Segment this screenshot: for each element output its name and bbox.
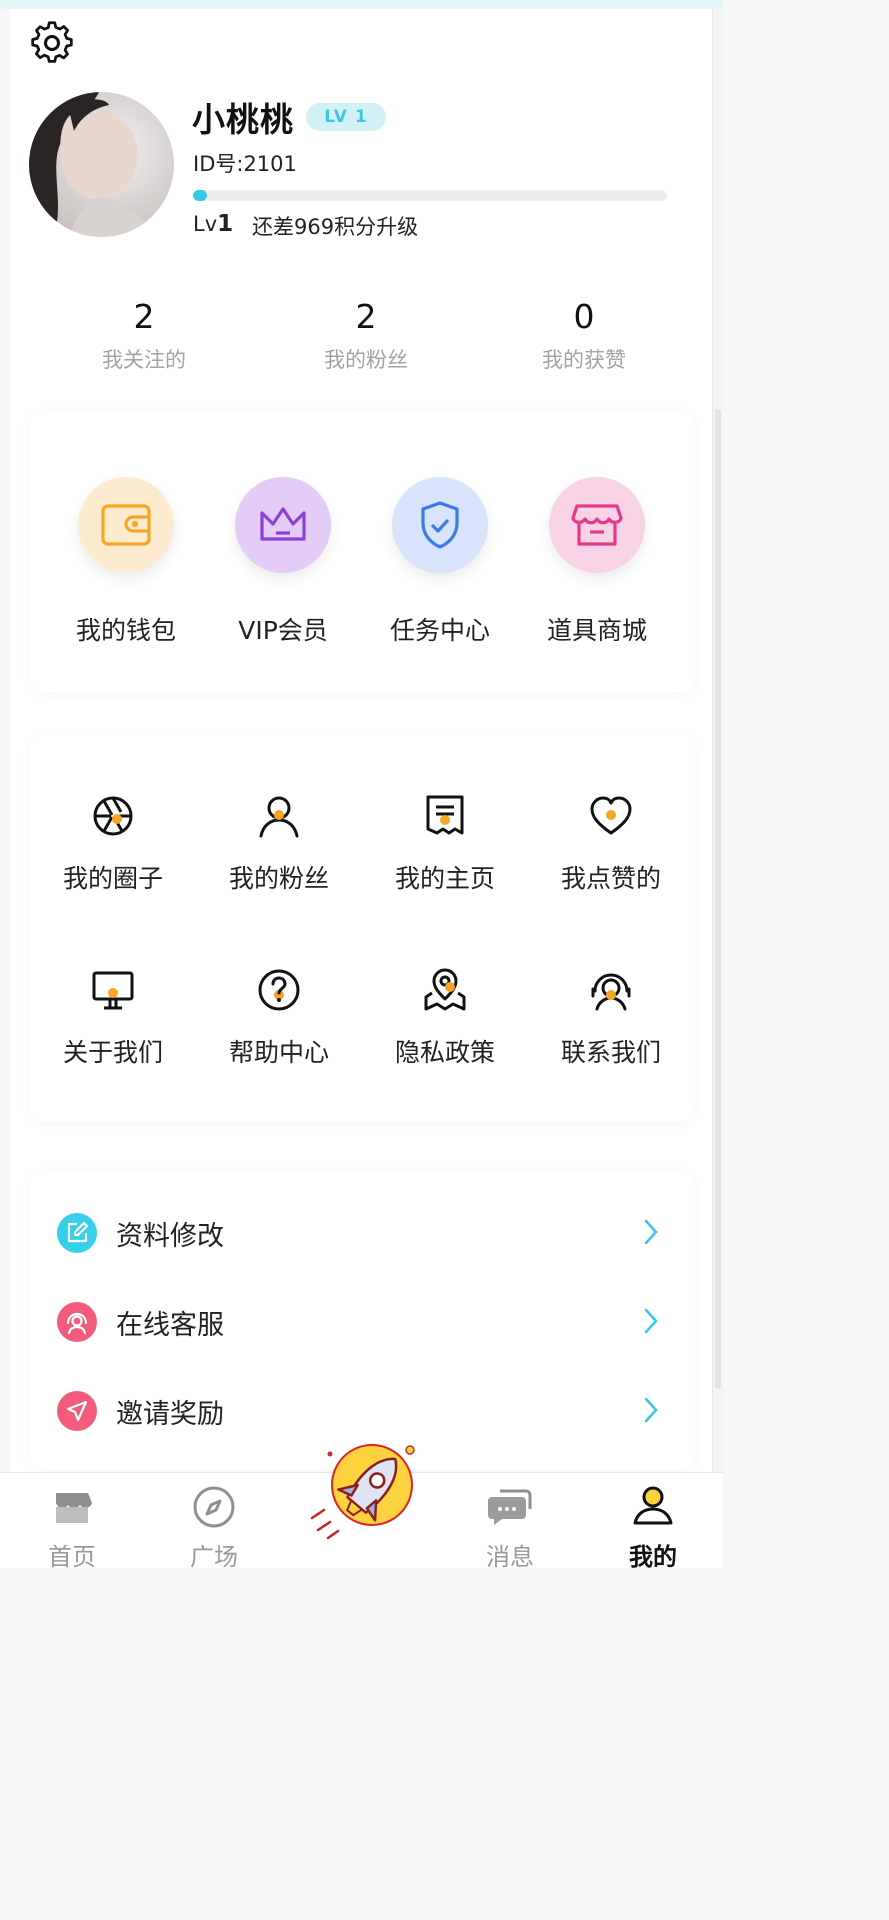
feature-label: 我的主页: [394, 864, 495, 893]
shop-label: 道具商城: [546, 616, 647, 645]
map-pin-icon: [424, 968, 466, 1011]
compass-icon: [193, 1486, 235, 1528]
feature-label: 帮助中心: [228, 1038, 329, 1067]
chevron-right-icon: [644, 1397, 658, 1423]
tab-label: 首页: [48, 1543, 96, 1571]
tab-label: 广场: [190, 1543, 238, 1571]
avatar[interactable]: [29, 92, 174, 237]
level-value: 1: [217, 211, 234, 237]
row-label: 资料修改: [116, 1221, 224, 1252]
send-icon: [57, 1391, 97, 1431]
edit-profile-row[interactable]: 资料修改: [30, 1202, 695, 1262]
tab-square[interactable]: 广场: [154, 1483, 274, 1572]
stat-fans[interactable]: 2 我的粉丝: [296, 296, 436, 374]
contact-us-button[interactable]: 联系我们: [536, 967, 686, 1069]
vip-circle: [235, 477, 331, 573]
privacy-policy-button[interactable]: 隐私政策: [370, 967, 520, 1069]
task-center-button[interactable]: 任务中心: [370, 477, 510, 647]
current-level: Lv1: [193, 211, 233, 237]
status-band: [0, 0, 723, 9]
wallet-label: 我的钱包: [75, 616, 176, 645]
quick-actions-card: 我的钱包 VIP会员 任务中心 道具商城: [30, 410, 695, 692]
my-circle-button[interactable]: 我的圈子: [38, 793, 188, 895]
menu-card: 资料修改 在线客服 邀请奖励: [30, 1170, 695, 1470]
wallet-icon: [101, 504, 151, 546]
headset-icon: [591, 973, 631, 1011]
level-badge: LV 1: [306, 103, 386, 131]
user-id: ID号:2101: [193, 152, 297, 176]
wallet-button[interactable]: 我的钱包: [56, 477, 196, 647]
chevron-right-icon: [644, 1219, 658, 1245]
heart-icon: [590, 796, 632, 835]
help-icon: [258, 969, 300, 1011]
stat-value: 0: [573, 297, 595, 336]
profile-icon: [633, 1486, 673, 1525]
tab-label: 我的: [629, 1543, 677, 1571]
scrollbar-thumb[interactable]: [715, 409, 721, 1389]
level-progress-fill: [193, 190, 208, 201]
document-icon: [426, 795, 464, 835]
about-us-button[interactable]: 关于我们: [38, 967, 188, 1069]
task-center-label: 任务中心: [389, 616, 490, 645]
support-icon: [57, 1302, 97, 1342]
features-card: 我的圈子 我的粉丝 我的主页 我点赞的 关于我们 帮助中心 隐私政策 联系我们: [30, 735, 695, 1122]
feature-label: 关于我们: [62, 1038, 163, 1067]
crown-icon: [260, 507, 306, 541]
stat-following[interactable]: 2 我关注的: [74, 296, 214, 374]
user-icon: [259, 796, 299, 838]
my-likes-button[interactable]: 我点赞的: [536, 793, 686, 895]
feature-label: 我的粉丝: [228, 864, 329, 893]
home-store-icon: [56, 1493, 92, 1523]
feature-label: 我的圈子: [62, 864, 163, 893]
rocket-publish-button[interactable]: [300, 1440, 430, 1550]
invite-reward-row[interactable]: 邀请奖励: [30, 1380, 695, 1440]
stat-label: 我关注的: [102, 348, 186, 372]
row-label: 邀请奖励: [116, 1399, 224, 1430]
tab-messages[interactable]: 消息: [450, 1483, 570, 1572]
stat-value: 2: [355, 297, 377, 336]
gear-icon[interactable]: [29, 20, 75, 66]
feature-label: 隐私政策: [394, 1038, 495, 1067]
edit-icon: [57, 1213, 97, 1253]
wallet-circle: [78, 477, 174, 573]
tab-home[interactable]: 首页: [12, 1483, 132, 1572]
my-fans-button[interactable]: 我的粉丝: [204, 793, 354, 895]
feature-label: 我点赞的: [560, 864, 661, 893]
vip-button[interactable]: VIP会员: [213, 477, 353, 647]
stat-value: 2: [133, 297, 155, 336]
feature-label: 联系我们: [560, 1038, 661, 1067]
stat-likes[interactable]: 0 我的获赞: [514, 296, 654, 374]
chevron-right-icon: [644, 1308, 658, 1334]
nickname: 小桃桃: [192, 100, 294, 139]
shield-check-icon: [421, 501, 459, 549]
tab-label: 消息: [486, 1543, 534, 1571]
level-prefix: Lv: [193, 212, 218, 236]
shop-button[interactable]: 道具商城: [527, 477, 667, 647]
level-progress-bar: [193, 190, 667, 201]
my-homepage-button[interactable]: 我的主页: [370, 793, 520, 895]
upgrade-hint: 还差969积分升级: [252, 215, 419, 239]
stat-label: 我的粉丝: [324, 348, 408, 372]
shop-circle: [549, 477, 645, 573]
aperture-icon: [93, 796, 133, 836]
shop-icon: [571, 504, 623, 546]
stat-label: 我的获赞: [542, 348, 626, 372]
online-support-row[interactable]: 在线客服: [30, 1291, 695, 1351]
monitor-icon: [92, 971, 134, 1010]
task-circle: [392, 477, 488, 573]
chat-icon: [488, 1489, 532, 1525]
tab-mine[interactable]: 我的: [593, 1483, 713, 1572]
scrollbar[interactable]: [712, 9, 723, 1479]
vip-label: VIP会员: [238, 616, 328, 645]
row-label: 在线客服: [116, 1310, 224, 1341]
help-center-button[interactable]: 帮助中心: [204, 967, 354, 1069]
